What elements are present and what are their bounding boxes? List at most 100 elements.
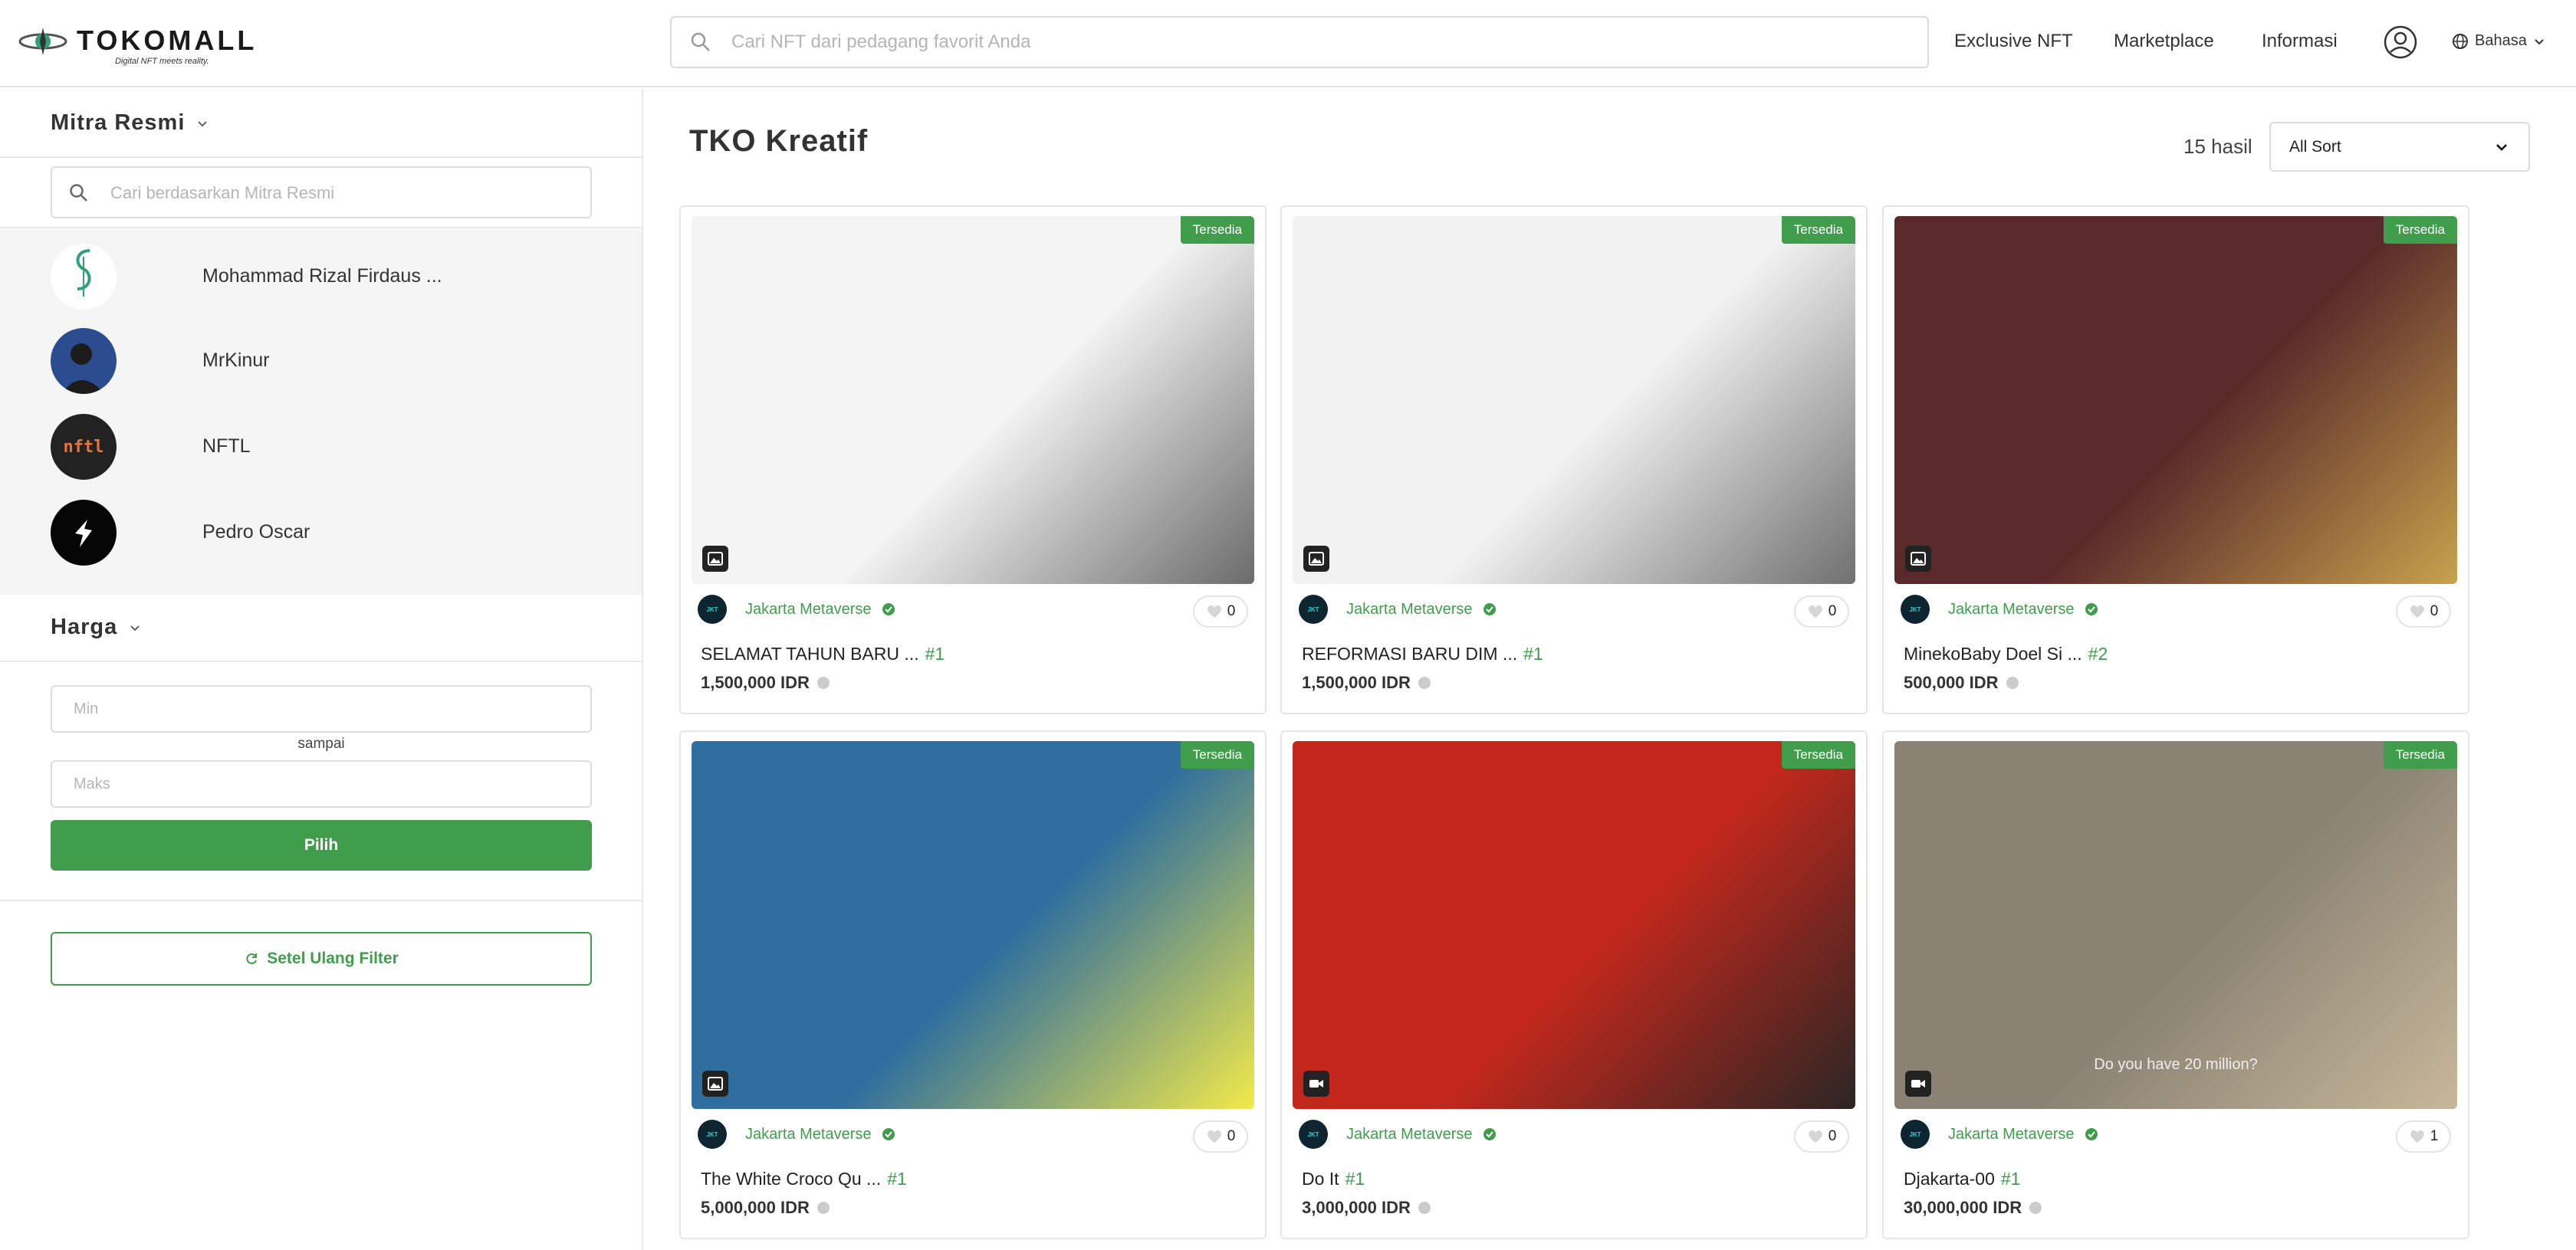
global-search-input[interactable]	[731, 27, 1881, 57]
verified-badge-icon	[882, 1128, 895, 1140]
nft-artwork-image[interactable]: Tersedia	[1894, 216, 2457, 584]
seller-name: Jakarta Metaverse	[745, 600, 872, 618]
nft-artwork-image[interactable]: Tersedia	[1293, 741, 1855, 1109]
availability-badge: Tersedia	[1781, 741, 1855, 769]
price-range-separator: sampai	[297, 736, 345, 752]
nft-title[interactable]: Djakarta-00 #1	[1904, 1169, 2020, 1189]
like-count: 0	[2430, 603, 2439, 619]
nft-card[interactable]: Tersedia JKT Jakarta Metaverse 0 Do It #1 3,00…	[1280, 730, 1868, 1239]
nft-title[interactable]: Do It #1	[1302, 1169, 1365, 1189]
partner-search-box[interactable]	[51, 166, 592, 218]
seller-name: Jakarta Metaverse	[1346, 1125, 1473, 1143]
nft-price: 1,500,000 IDR	[1302, 673, 1431, 693]
min-price-input[interactable]	[51, 685, 592, 733]
nav-informasi[interactable]: Informasi	[2262, 31, 2338, 52]
sort-dropdown[interactable]: All Sort	[2269, 122, 2530, 172]
partner-item[interactable]: MrKinur	[0, 314, 642, 399]
nft-price-value: 1,500,000 IDR	[701, 673, 810, 692]
nft-card[interactable]: Do you have 20 million? Tersedia JKT Jakart…	[1882, 730, 2469, 1239]
seller-avatar: JKT	[698, 1120, 727, 1149]
person-photo-icon	[61, 343, 104, 394]
like-button[interactable]: 0	[1193, 595, 1248, 628]
seller-name: Jakarta Metaverse	[1948, 1125, 2075, 1143]
reset-filter-button[interactable]: Setel Ulang Filter	[51, 932, 592, 986]
seller-link[interactable]: JKT Jakarta Metaverse	[1299, 595, 1497, 624]
nft-price-value: 30,000,000 IDR	[1904, 1198, 2022, 1217]
search-icon	[691, 32, 710, 51]
seller-link[interactable]: JKT Jakarta Metaverse	[1901, 1120, 2099, 1149]
nft-card[interactable]: Tersedia JKT Jakarta Metaverse 0 SELAMAT TAH…	[679, 205, 1267, 714]
nft-title[interactable]: SELAMAT TAHUN BARU ... #1	[701, 644, 945, 664]
like-button[interactable]: 0	[1193, 1120, 1248, 1153]
image-icon	[1303, 546, 1329, 572]
seller-link[interactable]: JKT Jakarta Metaverse	[1901, 595, 2099, 624]
info-icon[interactable]	[1418, 677, 1431, 689]
heart-icon	[1808, 605, 1822, 618]
partner-name: Mohammad Rizal Firdaus ...	[202, 265, 442, 287]
apply-price-button[interactable]: Pilih	[51, 820, 592, 871]
partner-item[interactable]: Mohammad Rizal Firdaus ...	[0, 230, 642, 314]
info-icon[interactable]	[1418, 1202, 1431, 1214]
like-button[interactable]: 0	[2396, 595, 2451, 628]
verified-badge-icon	[1483, 603, 1496, 615]
nft-artwork-image[interactable]: Tersedia	[1293, 216, 1855, 584]
availability-badge: Tersedia	[1781, 216, 1855, 244]
seller-name: Jakarta Metaverse	[1346, 600, 1473, 618]
seller-name: Jakarta Metaverse	[1948, 600, 2075, 618]
divider	[0, 156, 643, 158]
logo-mark-icon	[18, 28, 67, 55]
price-filter-toggle[interactable]: Harga	[51, 615, 142, 640]
info-icon[interactable]	[2006, 677, 2019, 689]
nft-title[interactable]: The White Croco Qu ... #1	[701, 1169, 907, 1189]
info-icon[interactable]	[2029, 1202, 2042, 1214]
search-icon	[70, 184, 87, 202]
seller-link[interactable]: JKT Jakarta Metaverse	[698, 595, 896, 624]
like-button[interactable]: 0	[1794, 1120, 1849, 1153]
nft-price-value: 500,000 IDR	[1904, 673, 1999, 692]
nft-title[interactable]: REFORMASI BARU DIM ... #1	[1302, 644, 1543, 664]
user-account-icon[interactable]	[2383, 25, 2418, 60]
partner-item[interactable]: nftl NFTL	[0, 400, 642, 484]
partner-name: MrKinur	[202, 349, 270, 371]
nft-card[interactable]: Tersedia JKT Jakarta Metaverse 0 REFORMASI B…	[1280, 205, 1868, 714]
language-selector[interactable]: Bahasa	[2452, 32, 2545, 50]
nft-edition: #1	[925, 644, 945, 664]
nft-artwork-image[interactable]: Do you have 20 million? Tersedia	[1894, 741, 2457, 1109]
nft-card[interactable]: Tersedia JKT Jakarta Metaverse 0 MinekoBaby …	[1882, 205, 2469, 714]
availability-badge: Tersedia	[2383, 216, 2457, 244]
verified-badge-icon	[882, 603, 895, 615]
partners-filter-toggle[interactable]: Mitra Resmi	[51, 110, 209, 136]
globe-icon	[2453, 33, 2468, 49]
global-search-box[interactable]	[670, 16, 1929, 68]
heart-icon	[2410, 605, 2424, 618]
nft-edition: #1	[887, 1169, 907, 1189]
partner-search-input[interactable]	[110, 179, 570, 208]
nft-title-text: SELAMAT TAHUN BARU ...	[701, 644, 919, 664]
nft-price: 1,500,000 IDR	[701, 673, 830, 693]
heart-icon	[2410, 1130, 2424, 1143]
partner-item[interactable]: Pedro Oscar	[0, 486, 642, 570]
tokomall-logo[interactable]: TOKOMALL Digital NFT meets reality.	[15, 21, 268, 67]
nav-exclusive-nft[interactable]: Exclusive NFT	[1954, 31, 2073, 52]
seller-avatar: JKT	[1901, 1120, 1930, 1149]
nft-title[interactable]: MinekoBaby Doel Si ... #2	[1904, 644, 2108, 664]
nft-artwork-image[interactable]: Tersedia	[692, 216, 1254, 584]
info-icon[interactable]	[816, 677, 830, 689]
info-icon[interactable]	[816, 1202, 830, 1214]
nft-price-value: 5,000,000 IDR	[701, 1198, 810, 1217]
max-price-input[interactable]	[51, 760, 592, 808]
nav-marketplace[interactable]: Marketplace	[2114, 31, 2214, 52]
logo-wordmark: TOKOMALL	[77, 25, 258, 56]
like-button[interactable]: 1	[2396, 1120, 2451, 1153]
divider	[0, 661, 643, 662]
like-button[interactable]: 0	[1794, 595, 1849, 628]
nft-artwork-image[interactable]: Tersedia	[692, 741, 1254, 1109]
nft-title-text: REFORMASI BARU DIM ...	[1302, 644, 1518, 664]
seller-avatar: JKT	[698, 595, 727, 624]
nft-card[interactable]: Tersedia JKT Jakarta Metaverse 0 The White C…	[679, 730, 1267, 1239]
video-icon	[1905, 1071, 1931, 1097]
seller-link[interactable]: JKT Jakarta Metaverse	[1299, 1120, 1497, 1149]
image-icon	[702, 1071, 728, 1097]
seller-link[interactable]: JKT Jakarta Metaverse	[698, 1120, 896, 1149]
price-heading: Harga	[51, 615, 118, 639]
